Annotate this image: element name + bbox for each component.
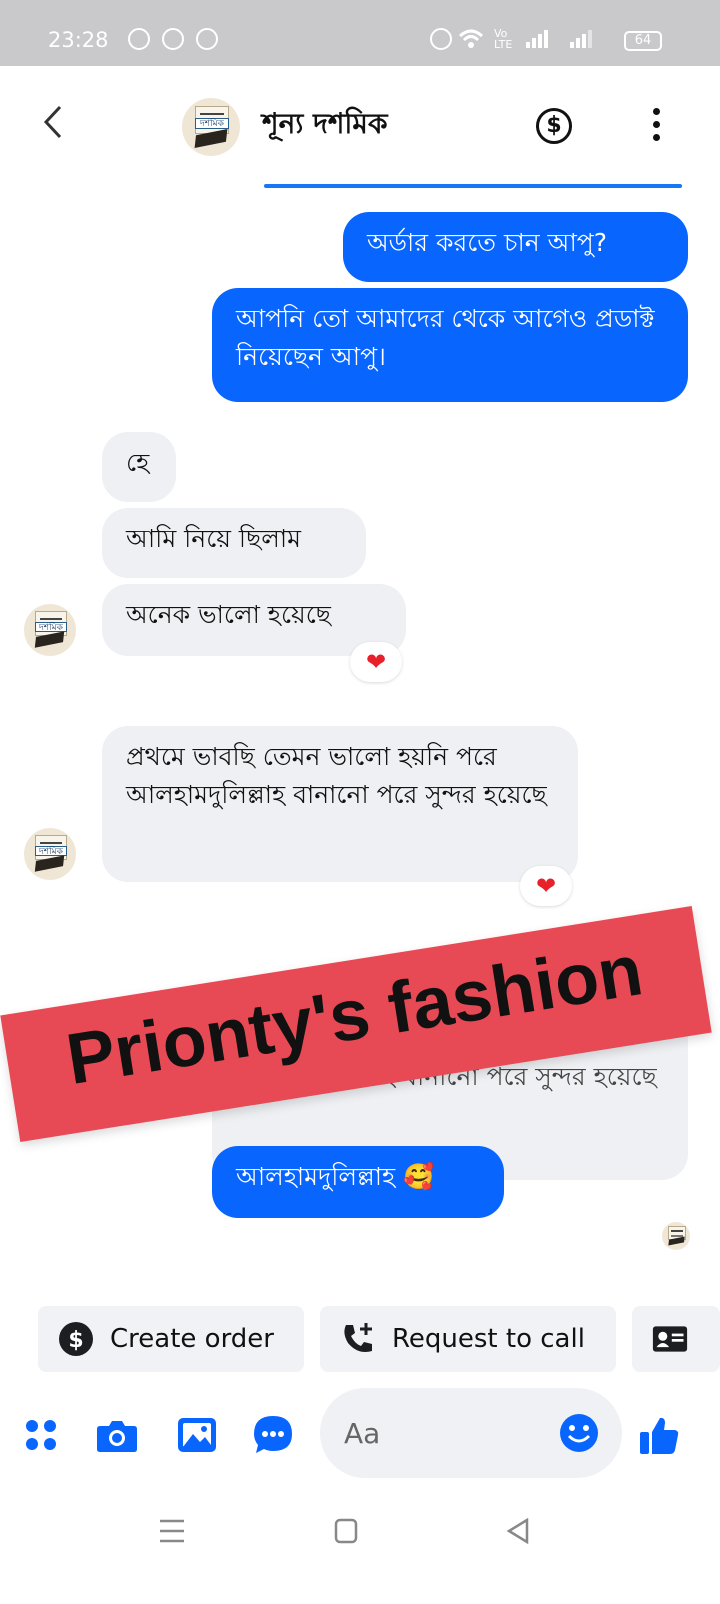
back-icon (506, 1517, 529, 1545)
like-button[interactable] (636, 1412, 682, 1458)
sender-avatar[interactable]: দশমিক (24, 604, 76, 656)
status-time: 23:28 (48, 28, 109, 52)
request-to-call-button[interactable]: Request to call (320, 1306, 616, 1372)
message-sent[interactable]: অর্ডার করতে চান আপু? (343, 212, 688, 282)
payment-button[interactable]: $ (536, 108, 572, 144)
camera-button[interactable] (94, 1412, 140, 1458)
menu-icon (160, 1519, 184, 1543)
chat-bubble-button[interactable] (250, 1412, 296, 1458)
message-received[interactable]: হে (102, 432, 176, 502)
alarm-icon (430, 28, 452, 50)
more-vertical-icon (653, 108, 661, 141)
battery-icon: 64 (624, 31, 662, 51)
nav-back-button[interactable] (506, 1517, 530, 1548)
signal-1-icon (526, 30, 548, 48)
contact-card-button[interactable] (632, 1306, 720, 1372)
sender-avatar[interactable]: দশমিক (24, 828, 76, 880)
contact-card-icon (652, 1321, 688, 1357)
dollar-circle-icon: $ (546, 113, 562, 138)
svg-text:$: $ (68, 1328, 83, 1353)
apps-icon (26, 1420, 56, 1450)
nav-menu-button[interactable] (158, 1518, 186, 1548)
emoji-button[interactable] (558, 1412, 600, 1458)
message-received[interactable]: আমি নিয়ে ছিলাম (102, 508, 366, 578)
message-sent[interactable]: আপনি তো আমাদের থেকে আগেও প্রডাক্ট নিয়েছ… (212, 288, 688, 402)
dollar-circle-icon: $ (58, 1321, 94, 1357)
emoji-icon (560, 1414, 598, 1452)
chat-bubble-icon (254, 1416, 292, 1453)
contact-avatar[interactable]: দশমিক (182, 98, 240, 156)
message-input-container[interactable] (320, 1388, 622, 1478)
notification-icon (162, 28, 184, 50)
contact-name[interactable]: শূন্য দশমিক (262, 102, 388, 149)
camera-icon (97, 1421, 137, 1452)
wifi-icon (458, 29, 484, 48)
status-bar: 23:28 Vo LTE 64 (0, 0, 720, 66)
avatar-label: দশমিক (194, 117, 230, 129)
phone-plus-icon (340, 1321, 376, 1357)
signal-2-icon (570, 30, 592, 48)
home-icon (334, 1518, 358, 1544)
request-to-call-label: Request to call (392, 1324, 585, 1354)
create-order-button[interactable]: $ Create order (38, 1306, 304, 1372)
avatar-label: দশমিক (35, 621, 67, 633)
message-input[interactable] (342, 1410, 546, 1456)
message-received[interactable]: প্রথমে ভাবছি তেমন ভালো হয়নি পরে আলহামদু… (102, 726, 578, 882)
heart-reaction[interactable]: ❤ (350, 642, 402, 682)
seen-avatar (662, 1222, 690, 1250)
avatar-label: দশমিক (35, 845, 67, 857)
chevron-left-icon (43, 105, 62, 139)
gallery-button[interactable] (174, 1412, 220, 1458)
apps-button[interactable] (18, 1412, 64, 1458)
create-order-label: Create order (110, 1324, 274, 1354)
thumbs-up-icon (640, 1417, 679, 1454)
more-options-button[interactable] (653, 108, 661, 147)
heart-reaction[interactable]: ❤ (520, 866, 572, 906)
messenger-notification-icon (128, 28, 150, 50)
volte-label: Vo LTE (494, 27, 513, 51)
chat-header: দশমিক শূন্য দশমিক $ (0, 66, 720, 186)
conversation-top-edge (264, 184, 682, 188)
gallery-icon (178, 1418, 216, 1452)
viber-notification-icon (196, 28, 218, 50)
nav-home-button[interactable] (334, 1518, 358, 1548)
message-sent[interactable]: আলহামদুলিল্লাহ 🥰 (212, 1146, 504, 1218)
back-button[interactable] (42, 104, 64, 146)
